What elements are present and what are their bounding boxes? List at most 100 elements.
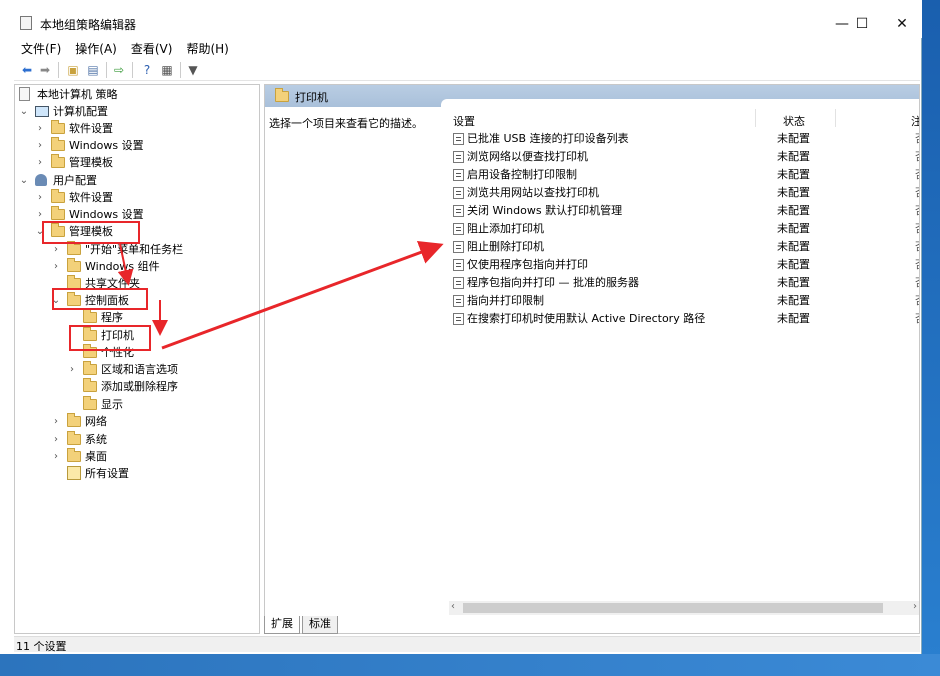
tree-cc-admin[interactable]: › 管理模板 [35, 154, 235, 171]
tab-extended[interactable]: 扩展 [264, 616, 300, 634]
highlight-box [69, 325, 151, 351]
chevron-right-icon[interactable]: › [35, 120, 45, 137]
policy-setting-icon [453, 187, 464, 199]
policy-setting-icon [453, 169, 464, 181]
chevron-right-icon[interactable]: › [35, 137, 45, 154]
window-title: 本地组策略编辑器 [40, 18, 137, 32]
column-header-state[interactable]: 状态 [783, 113, 805, 129]
setting-row[interactable]: 程序包指向并打印 — 批准的服务器 未配置 否 [451, 274, 919, 292]
user-icon [35, 174, 47, 186]
tree-desktop[interactable]: › 桌面 [51, 448, 251, 465]
chevron-right-icon[interactable]: › [35, 189, 45, 206]
chevron-right-icon[interactable]: › [51, 448, 61, 465]
tree-all-settings[interactable]: 所有设置 [51, 465, 251, 482]
scroll-right-icon[interactable]: › [913, 601, 917, 612]
folder-icon [83, 378, 97, 392]
toolbar: ⬅ ➡ ▣ ▤ ⇨ ? ▦ ▼ [14, 59, 920, 81]
back-icon[interactable]: ⬅ [18, 62, 36, 78]
column-separator[interactable] [755, 109, 756, 127]
setting-row[interactable]: 在搜索打印机时使用默认 Active Directory 路径 未配置 否 [451, 310, 919, 328]
folder-icon [67, 448, 81, 462]
chevron-right-icon[interactable]: › [67, 361, 77, 378]
folder-icon [51, 120, 65, 134]
chevron-right-icon[interactable]: › [51, 431, 61, 448]
tree-win-components[interactable]: › Windows 组件 [51, 258, 251, 275]
tab-standard[interactable]: 标准 [302, 616, 338, 634]
computer-icon [35, 106, 49, 117]
tree-root[interactable]: 本地计算机 策略 [19, 86, 249, 103]
desktop-background [922, 0, 940, 676]
navigation-tree: 本地计算机 策略 ⌄ 计算机配置 › 软件设置 › Windows 设置 › 管… [14, 84, 260, 634]
tree-programs[interactable]: 程序 [67, 309, 247, 326]
up-folder-icon[interactable]: ▣ [64, 62, 82, 78]
folder-icon [67, 258, 81, 272]
highlight-box [42, 221, 140, 244]
column-header-setting[interactable]: 设置 [453, 113, 475, 129]
show-hide-tree-icon[interactable]: ▤ [84, 62, 102, 78]
scroll-left-icon[interactable]: ‹ [451, 601, 455, 612]
folder-icon [51, 189, 65, 203]
details-header-curve [441, 99, 919, 111]
status-bar: 11 个设置 [14, 636, 920, 653]
folder-icon [275, 88, 289, 102]
column-separator[interactable] [835, 109, 836, 127]
tree-user-config[interactable]: ⌄ 用户配置 [19, 172, 249, 189]
policy-setting-icon [453, 259, 464, 271]
settings-page-icon [67, 466, 81, 480]
chevron-right-icon[interactable]: › [51, 258, 61, 275]
forward-icon[interactable]: ➡ [36, 62, 54, 78]
horizontal-scrollbar[interactable]: ‹ › [449, 601, 919, 615]
policy-setting-icon [453, 241, 464, 253]
desktop-taskbar-edge [0, 654, 940, 676]
help-icon[interactable]: ? [138, 62, 156, 78]
setting-row[interactable]: 已批准 USB 连接的打印设备列表 未配置 否 [451, 130, 919, 148]
tree-display[interactable]: 显示 [67, 396, 247, 413]
tree-uc-software[interactable]: › 软件设置 [35, 189, 235, 206]
policy-icon [19, 87, 30, 101]
tree-network[interactable]: › 网络 [51, 413, 251, 430]
chevron-down-icon[interactable]: ⌄ [19, 172, 29, 189]
setting-row[interactable]: 关闭 Windows 默认打印机管理 未配置 否 [451, 202, 919, 220]
folder-icon [51, 154, 65, 168]
menu-view[interactable]: 查看(V) [124, 40, 180, 58]
setting-row[interactable]: 浏览网络以便查找打印机 未配置 否 [451, 148, 919, 166]
folder-icon [67, 413, 81, 427]
policy-setting-icon [453, 313, 464, 325]
tree-cc-windows[interactable]: › Windows 设置 [35, 137, 235, 154]
folder-icon [51, 137, 65, 151]
close-button[interactable]: ✕ [882, 10, 922, 38]
properties-icon[interactable]: ▦ [158, 62, 176, 78]
policy-setting-icon [453, 223, 464, 235]
export-list-icon[interactable]: ⇨ [110, 62, 128, 78]
chevron-right-icon[interactable]: › [51, 413, 61, 430]
app-icon [20, 16, 32, 30]
toolbar-separator [106, 62, 107, 78]
folder-icon [67, 431, 81, 445]
setting-row[interactable]: 指向并打印限制 未配置 否 [451, 292, 919, 310]
tree-computer-config[interactable]: ⌄ 计算机配置 [19, 103, 249, 120]
policy-setting-icon [453, 151, 464, 163]
setting-row[interactable]: 阻止添加打印机 未配置 否 [451, 220, 919, 238]
chevron-right-icon[interactable]: › [35, 154, 45, 171]
scrollbar-thumb[interactable] [463, 603, 883, 613]
setting-row[interactable]: 浏览共用网站以查找打印机 未配置 否 [451, 184, 919, 202]
menu-file[interactable]: 文件(F) [14, 40, 68, 58]
setting-row[interactable]: 阻止删除打印机 未配置 否 [451, 238, 919, 256]
tree-region-lang[interactable]: › 区域和语言选项 [67, 361, 247, 378]
title-bar: 本地组策略编辑器 — ☐ ✕ [0, 0, 922, 38]
filter-icon[interactable]: ▼ [184, 62, 202, 78]
menu-help[interactable]: 帮助(H) [179, 40, 235, 58]
maximize-button[interactable]: ☐ [842, 10, 882, 38]
column-header-note[interactable]: 注 [911, 113, 919, 129]
tree-cc-software[interactable]: › 软件设置 [35, 120, 235, 137]
setting-row[interactable]: 仅使用程序包指向并打印 未配置 否 [451, 256, 919, 274]
policy-setting-icon [453, 133, 464, 145]
tree-system[interactable]: › 系统 [51, 431, 251, 448]
menu-action[interactable]: 操作(A) [68, 40, 124, 58]
view-tabs: 扩展 标准 [264, 616, 340, 634]
toolbar-separator [180, 62, 181, 78]
tree-add-remove[interactable]: 添加或删除程序 [67, 378, 247, 395]
setting-row[interactable]: 启用设备控制打印限制 未配置 否 [451, 166, 919, 184]
chevron-down-icon[interactable]: ⌄ [19, 103, 29, 120]
folder-icon [83, 361, 97, 375]
